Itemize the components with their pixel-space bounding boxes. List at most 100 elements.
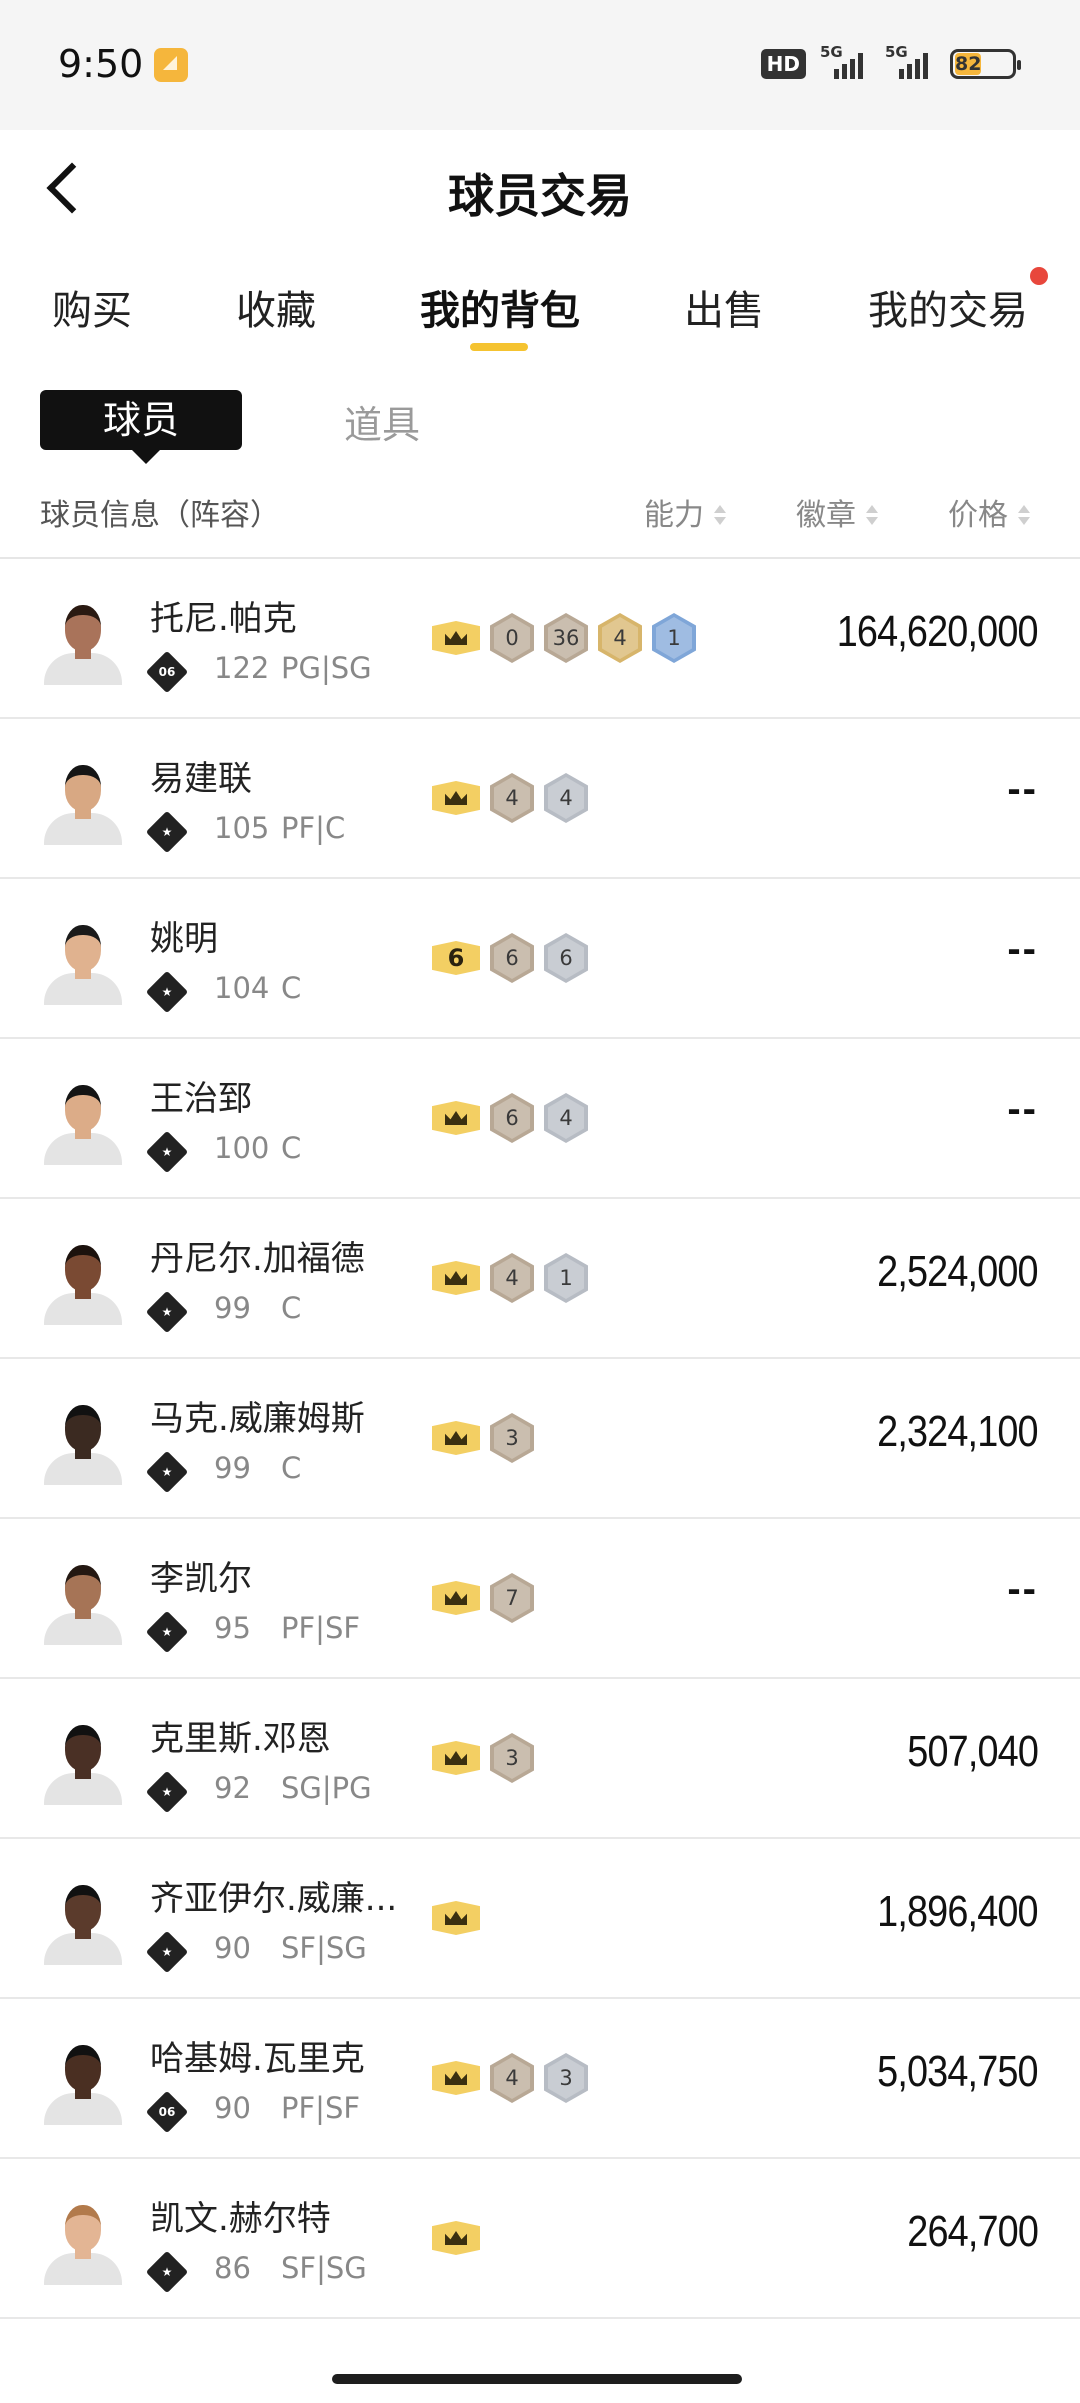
crown-level: 6 (447, 944, 465, 972)
player-row[interactable]: 姚明 ★ 104 C 6 6 6 -- (0, 879, 1080, 1039)
badge-hex-icon: 6 (490, 933, 534, 983)
player-row[interactable]: 王治郅 ★ 100 C 64 -- (0, 1039, 1080, 1199)
player-price: 1,896,400 (877, 1887, 1038, 1936)
crown-icon (432, 1261, 480, 1295)
player-rating: 122 (214, 651, 270, 685)
sort-icon (712, 504, 728, 530)
column-price[interactable]: 价格 (948, 490, 1032, 534)
player-row[interactable]: 齐亚伊尔.威廉... ★ 90 SF|SG 1,896,400 (0, 1839, 1080, 1999)
player-avatar (40, 1559, 126, 1645)
column-price-label: 价格 (948, 498, 1008, 533)
badge-group: 7 (432, 1573, 534, 1623)
crown-icon (432, 1101, 480, 1135)
player-row[interactable]: 易建联 ★ 105 PF|C 44 -- (0, 719, 1080, 879)
badge-count: 6 (505, 1106, 519, 1130)
player-name: 李凯尔 (150, 1559, 252, 1599)
crown-icon (432, 1421, 480, 1455)
player-name: 姚明 (150, 919, 218, 959)
badge-hex-icon: 0 (490, 613, 534, 663)
signal-label: 5G (885, 43, 908, 61)
badge-count: 4 (505, 786, 519, 810)
battery-icon: 82 (950, 49, 1021, 79)
tab-my-trades[interactable]: 我的交易 (868, 278, 1028, 336)
player-position: C (281, 1451, 302, 1485)
player-row[interactable]: 李凯尔 ★ 95 PF|SF 7 -- (0, 1519, 1080, 1679)
badge-count: 4 (505, 2066, 519, 2090)
player-position: C (281, 1291, 302, 1325)
player-price: 2,524,000 (877, 1247, 1038, 1296)
player-avatar (40, 1719, 126, 1805)
rank-diamond-icon: ★ (145, 810, 189, 854)
player-position: SF|SG (281, 1931, 367, 1965)
rank-diamond-icon: ★ (145, 1610, 189, 1654)
player-name: 克里斯.邓恩 (150, 1719, 331, 1759)
player-rating: 105 (214, 811, 270, 845)
player-price: 507,040 (907, 1727, 1039, 1776)
player-row[interactable]: 哈基姆.瓦里克 06 90 PF|SF 43 5,034,750 (0, 1999, 1080, 2159)
player-price: 264,700 (907, 2207, 1039, 2256)
home-indicator[interactable] (332, 2374, 742, 2384)
column-badge[interactable]: 徽章 (796, 490, 880, 534)
rank-diamond-icon: ★ (145, 2250, 189, 2294)
badge-group (432, 2213, 480, 2263)
hd-voice-icon: HD (760, 49, 806, 79)
tab-buy[interactable]: 购买 (52, 278, 132, 336)
column-ability-label: 能力 (644, 498, 704, 533)
status-time: 9:50 (58, 42, 144, 86)
badge-hex-icon: 1 (652, 613, 696, 663)
badge-group: 44 (432, 773, 588, 823)
crown-icon (432, 2061, 480, 2095)
player-row[interactable]: 丹尼尔.加福德 ★ 99 C 41 2,524,000 (0, 1199, 1080, 1359)
subtab-items[interactable]: 道具 (344, 394, 420, 449)
badge-hex-icon: 6 (490, 1093, 534, 1143)
crown-icon (432, 2221, 480, 2255)
status-indicators: HD 5G 5G 82 (760, 43, 1021, 84)
player-name: 凯文.赫尔特 (150, 2199, 331, 2239)
player-list: 托尼.帕克 06 122 PG|SG 0 36 4 1 164,620,000 易建联… (0, 559, 1080, 2359)
crown-icon (432, 1741, 480, 1775)
battery-level: 82 (955, 53, 982, 75)
player-avatar (40, 1399, 126, 1485)
player-row[interactable]: ··· ······· (0, 2319, 1080, 2359)
tab-favorites[interactable]: 收藏 (236, 278, 316, 336)
player-row[interactable]: 克里斯.邓恩 ★ 92 SG|PG 3 507,040 (0, 1679, 1080, 1839)
player-row[interactable]: 凯文.赫尔特 ★ 86 SF|SG 264,700 (0, 2159, 1080, 2319)
rank-diamond-icon: ★ (145, 1450, 189, 1494)
player-rating: 95 (214, 1611, 251, 1645)
badge-hex-icon: 4 (490, 1253, 534, 1303)
badge-count: 4 (613, 626, 627, 650)
badge-group: 6 6 6 (432, 933, 588, 983)
player-avatar (40, 919, 126, 1005)
badge-hex-icon: 3 (490, 1733, 534, 1783)
subtab-players[interactable]: 球员 (40, 390, 242, 464)
player-rating: 92 (214, 1771, 251, 1805)
player-rating: 99 (214, 1451, 251, 1485)
signal-icon: 5G (820, 43, 871, 79)
player-position: PF|C (281, 811, 346, 845)
badge-count: 1 (559, 1266, 573, 1290)
rank-diamond-icon: ★ (145, 970, 189, 1014)
player-rating: 90 (214, 1931, 251, 1965)
sort-icon (864, 504, 880, 530)
badge-group: 3 (432, 1733, 534, 1783)
player-row[interactable]: 托尼.帕克 06 122 PG|SG 0 36 4 1 164,620,000 (0, 559, 1080, 719)
tab-sell[interactable]: 出售 (684, 278, 764, 336)
player-price: -- (1007, 1567, 1038, 1611)
player-rating: 86 (214, 2251, 251, 2285)
player-rating: 99 (214, 1291, 251, 1325)
tab-my-backpack[interactable]: 我的背包 (420, 278, 580, 336)
player-name: 哈基姆.瓦里克 (150, 2039, 365, 2079)
badge-count: 36 (552, 626, 580, 650)
badge-count: 4 (559, 786, 573, 810)
badge-group (432, 1893, 480, 1943)
player-price: -- (1007, 1087, 1038, 1131)
badge-group: 3 (432, 1413, 534, 1463)
column-ability[interactable]: 能力 (644, 490, 728, 534)
rank-level: 06 (158, 665, 176, 679)
player-price: -- (1007, 767, 1038, 811)
badge-hex-icon: 3 (544, 2053, 588, 2103)
badge-count: 7 (505, 1586, 519, 1610)
player-row[interactable]: 马克.威廉姆斯 ★ 99 C 3 2,324,100 (0, 1359, 1080, 1519)
main-tabs: 购买 收藏 我的背包 出售 我的交易 (0, 245, 1080, 365)
player-name: ··· ······· (150, 2343, 269, 2359)
